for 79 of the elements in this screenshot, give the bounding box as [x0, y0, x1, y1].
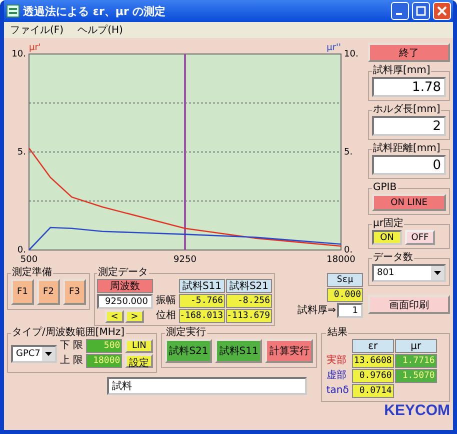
nav-button[interactable]: > — [125, 310, 144, 323]
menu-item[interactable]: ヘルプ(H) — [78, 23, 123, 37]
function-button[interactable]: F2 — [37, 279, 60, 305]
function-button[interactable]: F1 — [11, 279, 34, 305]
tick-label: 5. — [17, 147, 26, 158]
exit-button[interactable]: 終了 — [368, 43, 450, 62]
comment-field[interactable]: 試料 — [107, 377, 307, 395]
nav-button[interactable]: < — [105, 310, 124, 323]
column-header: 試料S11 — [179, 279, 225, 293]
online-button[interactable]: ON LINE — [372, 194, 446, 211]
number-field[interactable]: 2 — [372, 116, 446, 136]
toggle-button[interactable]: ON — [372, 230, 402, 245]
menu-item[interactable]: ファイル(F) — [10, 23, 64, 37]
app-icon — [6, 4, 20, 18]
group-label: 試料距離[mm] — [372, 143, 442, 155]
number-field[interactable]: 1.78 — [372, 77, 446, 97]
field-label: 下 限 — [60, 339, 84, 353]
row-label: 実部 — [326, 354, 348, 368]
table-cell: 0.0714 — [352, 384, 394, 398]
frequency-field[interactable]: 9250.000 — [97, 294, 153, 309]
group-label: 測定準備 — [11, 267, 53, 279]
column-header: Sεμ — [327, 273, 363, 287]
tick-label: 18000 — [326, 255, 356, 265]
tick-label: 9250 — [174, 255, 196, 265]
table-cell: -5.766 — [179, 294, 225, 308]
measure-button[interactable]: 試料S11 — [215, 339, 262, 363]
number-field[interactable]: 0 — [372, 155, 446, 175]
table-cell: -8.256 — [226, 294, 272, 308]
group-label: GPIB — [372, 182, 398, 194]
column-header: 試料S21 — [226, 279, 272, 293]
group-label: ホルダ長[mm] — [372, 104, 442, 116]
column-header: μr — [394, 339, 437, 353]
row-label: 位相 — [156, 309, 176, 323]
group-label: 測定実行 — [165, 327, 208, 339]
tick-label: 0. — [344, 245, 353, 256]
tick-label: 10. — [344, 49, 358, 60]
measure-button[interactable]: 試料S21 — [165, 339, 212, 363]
field-label: 試料厚⇒ — [298, 304, 336, 318]
set-button[interactable]: 設定 — [125, 354, 154, 368]
tick-label: 0. — [17, 245, 26, 256]
group-label: μr固定 — [372, 218, 404, 230]
minimize-button[interactable] — [391, 2, 409, 20]
thickness-field[interactable]: 1 — [337, 303, 363, 318]
row-label: tanδ — [326, 384, 349, 398]
group-label: 試料厚[mm] — [372, 65, 432, 77]
tick-label: 500 — [20, 255, 38, 265]
type-select[interactable]: GPC7 — [11, 344, 57, 362]
table-cell: -168.013 — [179, 309, 225, 323]
field-label: 上 限 — [60, 354, 84, 368]
column-header: 周波数 — [97, 279, 153, 293]
row-label: 振幅 — [156, 294, 176, 308]
tick-label: 10. — [12, 49, 26, 60]
table-cell: 0.000 — [327, 288, 363, 302]
maximize-icon — [416, 6, 426, 16]
column-header: εr — [352, 339, 394, 353]
close-button[interactable] — [433, 2, 451, 20]
calculate-button[interactable]: 計算実行 — [265, 339, 314, 363]
maximize-button[interactable] — [412, 2, 430, 20]
toggle-button[interactable]: OFF — [405, 230, 435, 245]
table-cell: -113.679 — [226, 309, 272, 323]
table-cell: 0.9760 — [352, 369, 394, 383]
lin-button[interactable]: LIN — [125, 339, 154, 353]
data-count-select[interactable]: 801 — [372, 264, 446, 282]
window-title: 透過法による εr、μr の測定 — [23, 4, 167, 18]
series-label: μr'' — [326, 43, 341, 53]
function-button[interactable]: F3 — [63, 279, 86, 305]
table-cell: 13.6608 — [352, 354, 394, 368]
series-label: μr' — [29, 43, 41, 53]
table-cell: 1.7716 — [394, 354, 437, 368]
table-cell: 1.5070 — [394, 369, 437, 383]
tick-label: 5. — [344, 147, 353, 158]
group-label: 結果 — [326, 327, 348, 339]
close-icon — [437, 6, 447, 16]
print-button[interactable]: 画面印刷 — [368, 295, 450, 314]
group-label: データ数 — [372, 252, 414, 264]
row-label: 虚部 — [326, 369, 348, 383]
brand-logo: KEYCOM — [384, 403, 450, 419]
group-label: タイプ/周波数範囲[MHz] — [11, 327, 126, 339]
group-label: 測定データ — [97, 267, 149, 279]
